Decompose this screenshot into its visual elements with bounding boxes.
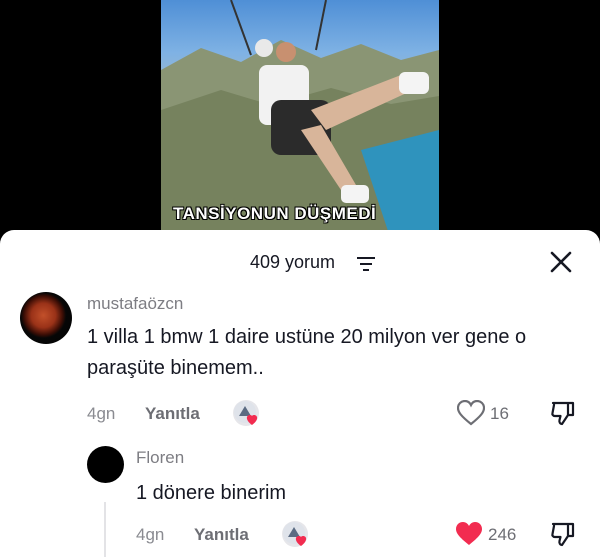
- avatar[interactable]: [20, 292, 72, 344]
- avatar[interactable]: [87, 446, 124, 483]
- like-count: 16: [490, 404, 509, 423]
- like-count: 246: [488, 525, 517, 544]
- thread-line: [104, 502, 106, 557]
- video-caption: TANSİYONUN DÜŞMEDİ: [173, 204, 377, 223]
- heart-icon[interactable]: [456, 399, 486, 431]
- dislike-icon[interactable]: [550, 521, 576, 552]
- comment-count: 409 yorum: [250, 252, 336, 272]
- heart-filled-icon[interactable]: [455, 521, 483, 552]
- video-frame: TANSİYONUN DÜŞMEDİ: [161, 0, 439, 240]
- reply-button[interactable]: Yanıtla: [194, 525, 249, 545]
- creator-liked-avatar: [233, 400, 259, 426]
- sort-filter-icon[interactable]: [357, 256, 375, 277]
- comment-text: 1 villa 1 bmw 1 daire ustüne 20 milyon v…: [87, 326, 527, 379]
- comment-username[interactable]: mustafaözcn: [87, 294, 183, 314]
- comment-time: 4gn: [87, 404, 116, 423]
- video-player[interactable]: TANSİYONUN DÜŞMEDİ: [0, 0, 600, 240]
- comments-header: 409 yorum: [0, 230, 600, 290]
- creator-liked-avatar: [282, 521, 308, 547]
- comment-username[interactable]: Floren: [136, 448, 184, 468]
- comments-sheet: 409 yorum mustafaözcn 1 villa 1 bmw 1 da…: [0, 230, 600, 557]
- close-icon[interactable]: [549, 250, 573, 279]
- dislike-icon[interactable]: [550, 400, 576, 431]
- reply-button[interactable]: Yanıtla: [145, 404, 200, 424]
- comment-time: 4gn: [136, 525, 165, 544]
- comment-text: 1 dönere binerim: [136, 482, 287, 504]
